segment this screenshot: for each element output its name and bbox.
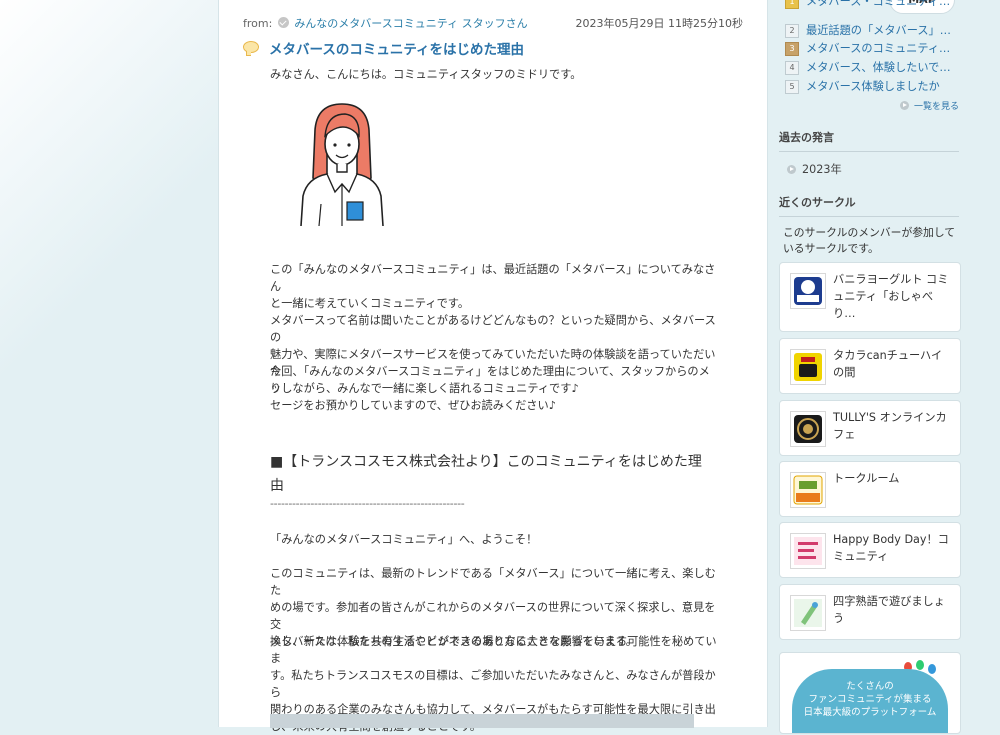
circle-card[interactable]: Happy Body Day！コミュニティ bbox=[779, 522, 961, 578]
intro-line-2: と一緒に考えていくコミュニティです。 bbox=[270, 297, 470, 310]
embedded-image bbox=[270, 714, 694, 728]
intro-line-3: メタバースって名前は聞いたことがあるけどどんなもの？といった疑問から、メタバース… bbox=[270, 314, 716, 344]
promo-line-3: 日本最大級のプラットフォーム bbox=[803, 707, 937, 718]
speech-bubble-icon bbox=[243, 41, 259, 56]
ranking-item-3[interactable]: 3 メタバースのコミュニティをはじめた理由 bbox=[779, 39, 959, 57]
circle-name: TULLY'S オンラインカフェ bbox=[833, 411, 947, 441]
arrow-right-icon bbox=[899, 101, 909, 110]
message-line-1: 今回、「みんなのメタバースコミュニティ」をはじめた理由について、スタッフからのメ… bbox=[270, 365, 710, 395]
rank-number: 5 bbox=[785, 80, 799, 94]
circle-card[interactable]: バニラヨーグルト コミュニティ「おしゃべり… bbox=[779, 262, 961, 332]
ranking-item-text[interactable]: 最近話題の「メタバース」みんなで語ろう bbox=[806, 22, 958, 38]
verified-check-icon bbox=[277, 17, 289, 28]
ranking-item-2[interactable]: 2 最近話題の「メタバース」みんなで語ろう bbox=[779, 21, 959, 39]
year-label: 2023年 bbox=[802, 163, 842, 176]
background-decoration bbox=[0, 0, 220, 727]
section-heading-line-1: ■【トランスコスモス株式会社より】このコミュニティをはじめた理 bbox=[270, 454, 702, 470]
welcome-line: 「みんなのメタバースコミュニティ」へ、ようこそ！ bbox=[270, 533, 538, 546]
rank-number: 4 bbox=[785, 61, 799, 75]
ranking-item-text[interactable]: メタバースのコミュニティをはじめた理由 bbox=[806, 40, 958, 56]
happy-body-day-logo-icon bbox=[794, 537, 822, 565]
ranking-item-1[interactable]: 1 メタバース・コミュニティ入り口です。メタバースコミュニティへようこそ bbox=[779, 0, 959, 10]
promo-banner[interactable]: たくさんの ファンコミュニティが集まる 日本最大級のプラットフォーム bbox=[779, 652, 961, 734]
goal-line-1: メタバースは、私たちの生活やビジネスのあり方に大きな影響を与える可能性を秘めてい… bbox=[270, 635, 717, 665]
past-posts-heading: 過去の発言 bbox=[779, 129, 959, 152]
promo-line-2: ファンコミュニティが集まる bbox=[808, 694, 932, 705]
circle-thumbnail bbox=[790, 411, 826, 447]
takara-logo-icon bbox=[794, 353, 822, 381]
circle-thumbnail bbox=[790, 472, 826, 508]
ranking-item-text[interactable]: メタバース・コミュニティ入り口です。メタバースコミュニティへようこそ bbox=[806, 0, 958, 9]
arrow-right-icon bbox=[787, 165, 796, 174]
ranking-item-5[interactable]: 5 メタバース体験しましたか bbox=[779, 77, 959, 95]
circle-card[interactable]: タカラcanチューハイの間 bbox=[779, 338, 961, 394]
staff-avatar-illustration bbox=[300, 103, 384, 227]
promo-line-1: たくさんの bbox=[846, 681, 894, 692]
post-date: 2023年05月29日 11時25分10秒 bbox=[575, 17, 743, 30]
circle-name: バニラヨーグルト コミュニティ「おしゃべり… bbox=[833, 273, 949, 320]
circle-card[interactable]: TULLY'S オンラインカフェ bbox=[779, 400, 961, 456]
tullys-logo-icon bbox=[794, 415, 822, 443]
see-all-link[interactable]: 一覧を見る bbox=[899, 99, 959, 112]
author-link[interactable]: みんなのメタバースコミュニティ スタッフさん bbox=[294, 17, 527, 30]
circle-name: Happy Body Day！コミュニティ bbox=[833, 533, 949, 563]
rank-number: 2 bbox=[785, 24, 799, 38]
welcome-text: 「みんなのメタバースコミュニティ」へ、ようこそ！ bbox=[270, 531, 718, 548]
circle-name: タカラcanチューハイの間 bbox=[833, 349, 943, 379]
year-link[interactable]: 2023年 bbox=[787, 161, 842, 177]
circle-card[interactable]: 四字熟語で遊びましょう bbox=[779, 584, 961, 640]
ranking-item-text[interactable]: メタバース体験しましたか bbox=[806, 78, 958, 94]
circle-thumbnail bbox=[790, 533, 826, 569]
intro-line-1: この「みんなのメタバースコミュニティ」は、最近話題の「メタバース」についてみなさ… bbox=[270, 263, 716, 293]
promo-content: たくさんの ファンコミュニティが集まる 日本最大級のプラットフォーム bbox=[792, 669, 948, 733]
from-label: from: bbox=[243, 17, 273, 30]
message-line-2: セージをお預かりしていますので、ぜひお読みください♪ bbox=[270, 399, 556, 412]
ranking-item-4[interactable]: 4 メタバース、体験したいですか？ bbox=[779, 58, 959, 76]
section-heading-line-2: 由 bbox=[270, 478, 284, 494]
circle-thumbnail bbox=[790, 595, 826, 631]
post-title: メタバースのコミュニティをはじめた理由 bbox=[243, 38, 525, 58]
nearby-circles-description: このサークルのメンバーが参加しているサークルです。 bbox=[783, 226, 956, 255]
nearby-circles-heading: 近くのサークル bbox=[779, 194, 959, 217]
circle-name: トークルーム bbox=[833, 472, 900, 485]
ranking-item-text[interactable]: メタバース、体験したいですか？ bbox=[806, 59, 958, 75]
dashed-divider: ----------------------------------------… bbox=[270, 497, 465, 510]
circle-name: 四字熟語で遊びましょう bbox=[833, 595, 945, 625]
greeting-line: みなさん、こんにちは。コミュニティスタッフのミドリです。 bbox=[270, 68, 582, 81]
see-all-label: 一覧を見る bbox=[913, 102, 959, 112]
message-paragraph: 今回、「みんなのメタバースコミュニティ」をはじめた理由について、スタッフからのメ… bbox=[270, 363, 718, 414]
community-line-1: このコミュニティは、最新のトレンドである「メタバース」について一緒に考え、楽しむ… bbox=[270, 567, 716, 597]
post-title-text: メタバースのコミュニティをはじめた理由 bbox=[269, 42, 525, 58]
rank-number: 3 bbox=[785, 42, 799, 56]
circle-thumbnail bbox=[790, 349, 826, 385]
circle-thumbnail bbox=[790, 273, 826, 309]
greeting-text: みなさん、こんにちは。コミュニティスタッフのミドリです。 bbox=[270, 66, 718, 83]
circle-card[interactable]: トークルーム bbox=[779, 461, 961, 517]
with-oil-logo-icon bbox=[793, 475, 823, 505]
section-heading: ■【トランスコスモス株式会社より】このコミュニティをはじめた理 由 bbox=[270, 450, 720, 498]
rank-number: 1 bbox=[785, 0, 799, 9]
goal-line-2: す。私たちトランスコスモスの目標は、ご参加いただいたみなさんと、みなさんが普段か… bbox=[270, 669, 716, 699]
luna-logo-icon bbox=[794, 277, 822, 305]
yojijukugo-logo-icon bbox=[794, 599, 822, 627]
sidebar: MAP 1 メタバース・コミュニティ入り口です。メタバースコミュニティへようこそ… bbox=[779, 0, 961, 734]
post-panel: from: みんなのメタバースコミュニティ スタッフさん 2023年05月29日… bbox=[218, 0, 768, 733]
post-meta: from: みんなのメタバースコミュニティ スタッフさん 2023年05月29日… bbox=[243, 15, 743, 31]
community-line-2: めの場です。参加者の皆さんがこれからのメタバースの世界について深く探求し、意見を… bbox=[270, 601, 716, 631]
